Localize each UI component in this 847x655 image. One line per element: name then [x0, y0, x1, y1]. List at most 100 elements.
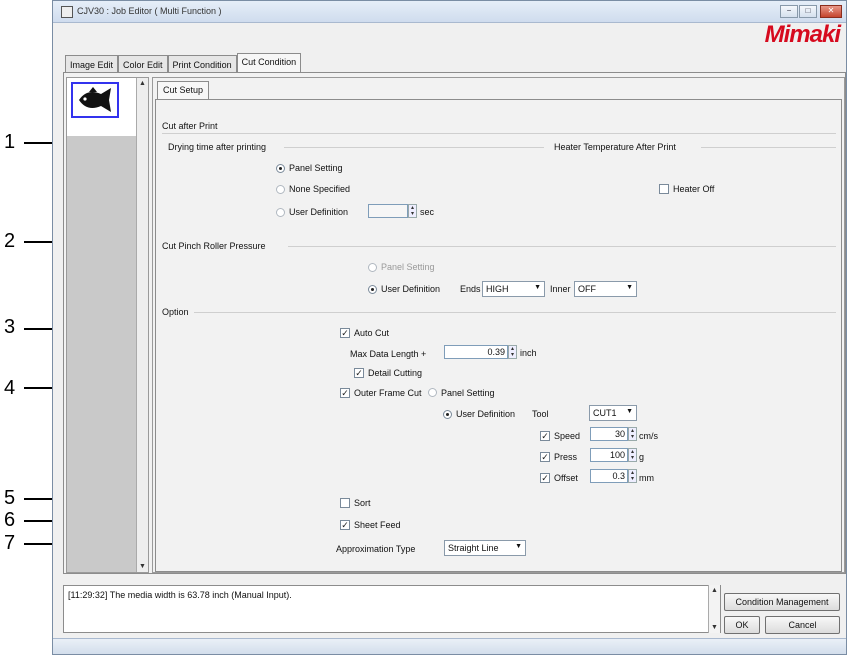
job-editor-window: CJV30 : Job Editor ( Multi Function ) − …: [52, 0, 847, 655]
offset-unit: mm: [639, 473, 654, 483]
scroll-up-icon[interactable]: ▲: [139, 80, 146, 87]
divider: [162, 133, 836, 134]
speed-spinner[interactable]: ▴ ▾: [628, 427, 637, 441]
callout-6: 6: [4, 509, 16, 531]
thumbnail-panel: ▲ ▼: [66, 77, 149, 573]
drying-none-specified-radio[interactable]: [276, 185, 285, 194]
drying-time-spinner[interactable]: ▴ ▾: [408, 204, 417, 218]
drying-user-definition-radio[interactable]: [276, 208, 285, 217]
option-heading: Option: [162, 307, 189, 317]
callout-7: 7: [4, 532, 16, 554]
speed-label: Speed: [554, 431, 581, 441]
chevron-down-icon: ▼: [626, 408, 633, 415]
outer-panel-setting-radio[interactable]: [428, 388, 437, 397]
tab-color-edit[interactable]: Color Edit: [118, 55, 168, 73]
max-data-length-spinner[interactable]: ▴ ▾: [508, 345, 517, 359]
drying-panel-setting-label: Panel Setting: [289, 163, 343, 173]
job-thumbnail[interactable]: [71, 82, 119, 118]
speed-checkbox[interactable]: ✓: [540, 431, 550, 441]
log-scrollbar[interactable]: ▲ ▼: [708, 585, 720, 633]
log-message: [11:29:32] The media width is 63.78 inch…: [68, 590, 292, 600]
tool-select-value: CUT1: [593, 408, 617, 418]
heater-off-checkbox[interactable]: [659, 184, 669, 194]
chevron-down-icon: ▼: [515, 543, 522, 550]
speed-unit: cm/s: [639, 431, 658, 441]
press-label: Press: [554, 452, 578, 462]
callout-3: 3: [4, 316, 16, 338]
tab-cut-condition[interactable]: Cut Condition: [236, 53, 302, 73]
ok-button[interactable]: OK: [724, 616, 760, 634]
press-unit: g: [639, 452, 645, 462]
condition-management-button[interactable]: Condition Management: [724, 593, 840, 611]
fish-icon: [79, 87, 111, 112]
offset-spinner[interactable]: ▴ ▾: [628, 469, 637, 483]
cut-after-print-heading: Cut after Print: [162, 121, 218, 131]
status-bar: [53, 638, 846, 654]
detail-cutting-checkbox[interactable]: ✓: [354, 368, 364, 378]
divider: [288, 246, 836, 247]
scroll-down-icon[interactable]: ▼: [711, 624, 718, 631]
heater-temperature-label: Heater Temperature After Print: [554, 142, 676, 152]
drying-time-label: Drying time after printing: [168, 142, 267, 152]
max-data-length-label: Max Data Length +: [350, 349, 427, 359]
auto-cut-checkbox[interactable]: ✓: [340, 328, 350, 338]
mimaki-logo: Mimaki: [764, 21, 841, 48]
title-bar: CJV30 : Job Editor ( Multi Function ) − …: [53, 1, 846, 23]
pinch-user-definition-label: User Definition: [381, 284, 441, 294]
ends-select-value: HIGH: [486, 284, 509, 294]
thumbnail-area: [67, 78, 137, 136]
settings-content: Cut Setup Cut after Print Drying time af…: [152, 77, 845, 573]
message-log: [11:29:32] The media width is 63.78 inch…: [63, 585, 721, 633]
drying-time-input[interactable]: [368, 204, 408, 218]
close-button[interactable]: ✕: [820, 5, 842, 18]
scroll-up-icon[interactable]: ▲: [711, 587, 718, 594]
inner-select[interactable]: OFF ▼: [574, 281, 637, 297]
outer-frame-cut-checkbox[interactable]: ✓: [340, 388, 350, 398]
offset-input[interactable]: 0.3: [590, 469, 628, 483]
offset-checkbox[interactable]: ✓: [540, 473, 550, 483]
app-icon: [61, 6, 73, 18]
pinch-panel-setting-label: Panel Setting: [381, 262, 435, 272]
callout-1: 1: [4, 131, 16, 153]
ends-select[interactable]: HIGH ▼: [482, 281, 545, 297]
press-spinner[interactable]: ▴ ▾: [628, 448, 637, 462]
approximation-type-select[interactable]: Straight Line ▼: [444, 540, 526, 556]
sort-label: Sort: [354, 498, 371, 508]
approximation-type-label: Approximation Type: [336, 544, 416, 554]
sec-unit-label: sec: [420, 207, 435, 217]
window-title: CJV30 : Job Editor ( Multi Function ): [77, 6, 222, 16]
pinch-panel-setting-radio[interactable]: [368, 263, 377, 272]
tab-cut-setup[interactable]: Cut Setup: [157, 81, 210, 99]
drying-panel-setting-radio[interactable]: [276, 164, 285, 173]
auto-cut-label: Auto Cut: [354, 328, 390, 338]
press-checkbox[interactable]: ✓: [540, 452, 550, 462]
offset-label: Offset: [554, 473, 578, 483]
sheet-feed-checkbox[interactable]: ✓: [340, 520, 350, 530]
speed-input[interactable]: 30: [590, 427, 628, 441]
tool-select[interactable]: CUT1 ▼: [589, 405, 637, 421]
max-data-length-unit: inch: [520, 348, 537, 358]
approximation-type-value: Straight Line: [448, 543, 499, 553]
minimize-button[interactable]: −: [780, 5, 798, 18]
outer-user-definition-label: User Definition: [456, 409, 516, 419]
callout-2: 2: [4, 230, 16, 252]
outer-panel-setting-label: Panel Setting: [441, 388, 495, 398]
detail-cutting-label: Detail Cutting: [368, 368, 423, 378]
main-tabs: Image Edit Color Edit Print Condition Cu…: [65, 53, 302, 73]
max-data-length-input[interactable]: 0.39: [444, 345, 508, 359]
cancel-button[interactable]: Cancel: [765, 616, 840, 634]
thumbnail-scrollbar[interactable]: ▲ ▼: [136, 78, 148, 572]
press-input[interactable]: 100: [590, 448, 628, 462]
outer-user-definition-radio[interactable]: [443, 410, 452, 419]
divider: [284, 147, 544, 148]
cut-setup-panel: Cut after Print Drying time after printi…: [155, 99, 842, 572]
divider: [701, 147, 836, 148]
pinch-user-definition-radio[interactable]: [368, 285, 377, 294]
heater-off-label: Heater Off: [673, 184, 715, 194]
drying-none-specified-label: None Specified: [289, 184, 351, 194]
tab-print-condition[interactable]: Print Condition: [167, 55, 237, 73]
sort-checkbox[interactable]: [340, 498, 350, 508]
maximize-button[interactable]: □: [799, 5, 817, 18]
tab-image-edit[interactable]: Image Edit: [65, 55, 119, 73]
scroll-down-icon[interactable]: ▼: [139, 563, 146, 570]
